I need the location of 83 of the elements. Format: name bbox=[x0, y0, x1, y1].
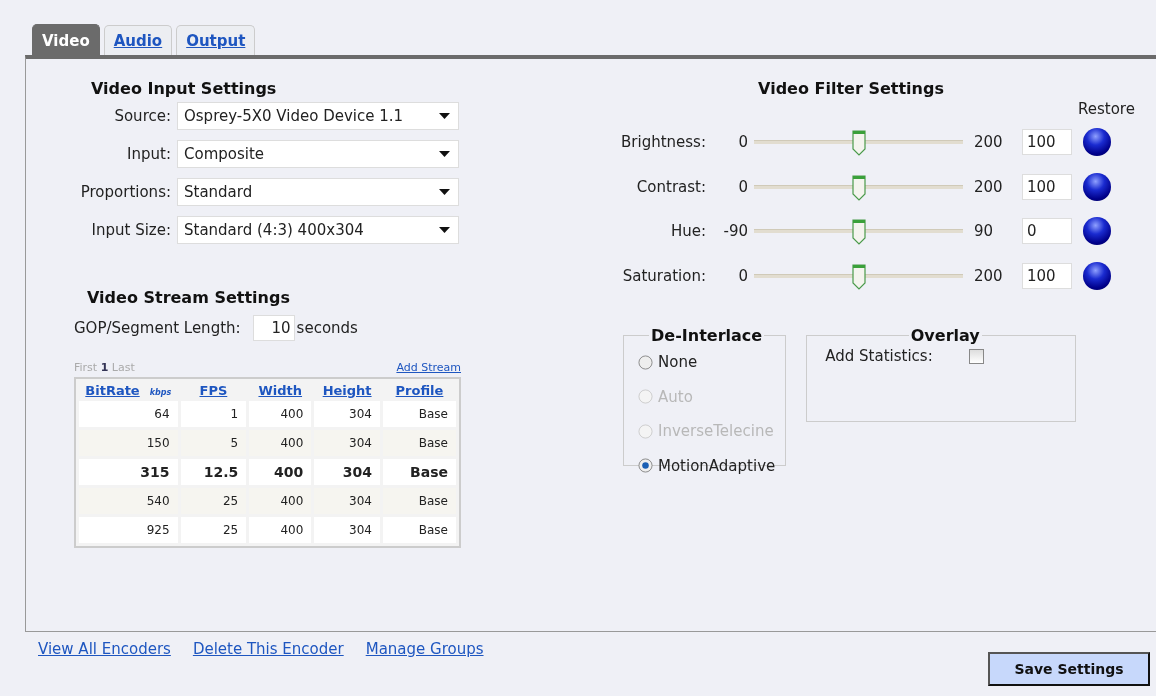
table-cell: 304 bbox=[314, 459, 380, 485]
caret-icon bbox=[439, 113, 450, 119]
checkbox-label: Add Statistics: bbox=[825, 347, 933, 365]
tab[interactable]: Output bbox=[176, 25, 256, 55]
slider-thumb[interactable] bbox=[851, 219, 866, 246]
footer-link[interactable]: View All Encoders bbox=[38, 640, 171, 686]
value-input[interactable]: 100 bbox=[1022, 262, 1072, 289]
slider-thumb[interactable] bbox=[851, 174, 866, 201]
max-label: 200 bbox=[973, 177, 1004, 196]
column-header-link[interactable]: FPS bbox=[199, 383, 228, 398]
min-label: 0 bbox=[737, 133, 749, 152]
restore-button[interactable] bbox=[1083, 128, 1111, 157]
field-label: Proportions: bbox=[79, 183, 171, 201]
table-cell: 315 bbox=[79, 459, 178, 485]
tab[interactable]: Video bbox=[32, 24, 100, 55]
max-label: 200 bbox=[973, 266, 1004, 285]
caret-icon bbox=[439, 151, 450, 157]
table-cell: Base bbox=[382, 517, 456, 543]
value-input[interactable]: 0 bbox=[1022, 218, 1072, 245]
max-label: 90 bbox=[973, 222, 995, 241]
table-cell: 400 bbox=[249, 517, 312, 543]
table-cell: 12.5 bbox=[180, 459, 247, 485]
caret-icon bbox=[439, 189, 450, 195]
table-cell: 64 bbox=[79, 401, 178, 427]
radio-label: InverseTelecine bbox=[658, 422, 774, 441]
restore-button[interactable] bbox=[1083, 261, 1111, 290]
table-cell: 1 bbox=[180, 401, 247, 427]
unit-label: seconds bbox=[296, 319, 358, 337]
slider-label: Brightness: bbox=[620, 133, 706, 152]
min-label: 0 bbox=[737, 177, 749, 196]
min-label: 0 bbox=[737, 266, 749, 285]
footer-link[interactable]: Delete This Encoder bbox=[192, 640, 344, 686]
slider-label: Saturation: bbox=[621, 266, 706, 285]
footer-link[interactable]: Manage Groups bbox=[365, 640, 484, 686]
radio-button[interactable] bbox=[638, 458, 653, 474]
section-heading: Video Input Settings bbox=[91, 79, 278, 98]
restore-button[interactable] bbox=[1083, 172, 1111, 201]
table-cell: 400 bbox=[249, 401, 312, 427]
column-label: Restore bbox=[1078, 100, 1135, 120]
field-label: Input Size: bbox=[90, 221, 171, 239]
unit-label: kbps bbox=[149, 388, 172, 397]
section-heading: Video Filter Settings bbox=[757, 79, 945, 98]
value-input[interactable]: 100 bbox=[1022, 173, 1072, 200]
radio-label: Auto bbox=[658, 387, 693, 406]
tab[interactable]: Audio bbox=[103, 25, 173, 55]
slider-label: Contrast: bbox=[635, 177, 706, 196]
table-cell: 304 bbox=[314, 517, 380, 543]
dropdown[interactable]: Osprey-5X0 Video Device 1.1 bbox=[177, 102, 459, 130]
slider-thumb[interactable] bbox=[851, 263, 866, 290]
save-settings-button[interactable]: Save Settings bbox=[988, 652, 1150, 686]
group-title: De-Interlace bbox=[650, 326, 764, 345]
value-input[interactable]: 100 bbox=[1022, 129, 1072, 156]
column-header-link[interactable]: BitRate bbox=[85, 383, 140, 398]
field-label: GOP/Segment Length: bbox=[74, 319, 241, 337]
caret-icon bbox=[439, 227, 450, 233]
radio-label: None bbox=[658, 353, 698, 372]
column-header-link[interactable]: Width bbox=[258, 383, 303, 398]
restore-button[interactable] bbox=[1083, 217, 1111, 246]
column-header-link[interactable]: Height bbox=[322, 383, 372, 398]
table-cell: 304 bbox=[314, 401, 380, 427]
min-label: -90 bbox=[722, 222, 749, 241]
group-title: Overlay bbox=[909, 326, 981, 345]
table-cell: 400 bbox=[249, 459, 312, 485]
slider-thumb[interactable] bbox=[851, 130, 866, 157]
dropdown[interactable]: Standard (4:3) 400x304 bbox=[177, 216, 459, 244]
table-cell: 25 bbox=[180, 517, 247, 543]
gop-input[interactable]: 10 bbox=[252, 315, 295, 341]
radio-button[interactable] bbox=[638, 354, 653, 370]
checkbox[interactable] bbox=[968, 348, 984, 364]
table-cell: Base bbox=[382, 401, 456, 427]
section-heading: Video Stream Settings bbox=[87, 288, 291, 307]
add-stream-link[interactable]: Add Stream bbox=[396, 361, 461, 374]
radio-label: MotionAdaptive bbox=[658, 456, 776, 475]
field-label: Input: bbox=[126, 145, 171, 163]
table-cell: Base bbox=[382, 459, 456, 485]
pager[interactable]: First 1 Last bbox=[74, 361, 135, 374]
table-cell: 925 bbox=[79, 517, 178, 543]
max-label: 200 bbox=[973, 133, 1004, 152]
slider-label: Hue: bbox=[669, 222, 706, 241]
field-label: Source: bbox=[113, 107, 171, 125]
dropdown[interactable]: Standard bbox=[177, 178, 459, 206]
column-header-link[interactable]: Profile bbox=[395, 383, 444, 398]
dropdown[interactable]: Composite bbox=[177, 140, 459, 168]
